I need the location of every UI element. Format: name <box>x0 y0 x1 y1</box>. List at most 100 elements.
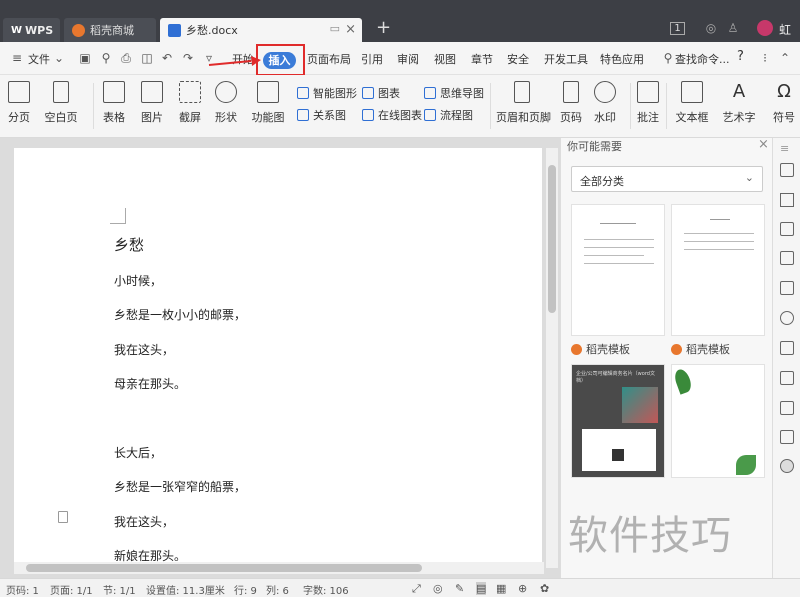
document-line[interactable]: 长大后， <box>114 444 162 461</box>
format-painter-icon[interactable]: ⚲ <box>99 51 113 65</box>
menu-special-apps[interactable]: 特色应用 <box>600 51 644 67</box>
close-tab-icon[interactable]: × <box>345 22 356 37</box>
picture-button[interactable]: 图片 <box>138 81 166 125</box>
tab-wps[interactable]: W WPS <box>3 18 60 42</box>
document-line[interactable]: 小时候， <box>114 272 162 289</box>
cursor-icon[interactable] <box>780 193 794 207</box>
sidebar-menu-icon[interactable]: ≡ <box>780 142 789 155</box>
web-view-icon[interactable]: ⊕ <box>518 582 527 595</box>
document-title[interactable]: 乡愁 <box>114 234 144 255</box>
vertical-scroll-thumb[interactable] <box>548 165 556 313</box>
smart-graphic-button[interactable]: 智能图形 <box>297 85 357 101</box>
shapes-icon[interactable] <box>780 222 794 236</box>
collapse-ribbon-icon[interactable]: ⌃ <box>778 51 792 65</box>
format-icon[interactable] <box>780 281 794 295</box>
template-thumbnail-business-card[interactable]: 企业/公司可编辑商务名片（word文档） <box>571 364 665 478</box>
share-icon[interactable] <box>780 341 794 355</box>
reading-mode-icon[interactable]: ◎ <box>433 582 443 595</box>
outline-view-icon[interactable]: ▦ <box>496 582 506 595</box>
menu-review[interactable]: 审阅 <box>397 51 419 67</box>
image-icon[interactable] <box>780 430 794 444</box>
function-chart-button[interactable]: 功能图 <box>250 81 286 125</box>
page-view-icon[interactable]: ▤ <box>476 582 487 595</box>
header-footer-button[interactable]: 页眉和页脚 <box>496 81 551 125</box>
menu-page-layout[interactable]: 页面布局 <box>307 51 351 67</box>
comment-button[interactable]: 批注 <box>636 81 660 125</box>
help-icon[interactable]: ? <box>737 49 744 64</box>
template-thumbnail-leaves[interactable] <box>671 364 765 478</box>
fit-page-icon[interactable]: ⤢ <box>412 582 421 596</box>
hamburger-icon[interactable]: ≡ <box>10 51 24 65</box>
textbox-button[interactable]: 文本框 <box>673 81 711 125</box>
avatar[interactable] <box>757 20 773 36</box>
menu-developer-tools[interactable]: 开发工具 <box>544 51 588 67</box>
status-section[interactable]: 节: 1/1 <box>103 582 136 597</box>
adjust-icon[interactable] <box>780 251 794 265</box>
document-line[interactable]: 乡愁是一枚小小的邮票， <box>114 306 246 323</box>
art-text-button[interactable]: A 艺术字 <box>720 81 758 125</box>
menu-chapter[interactable]: 章节 <box>471 51 493 67</box>
star-icon[interactable] <box>780 311 794 325</box>
close-icon[interactable]: × <box>758 137 769 152</box>
tab-daoke-store[interactable]: 稻壳商城 <box>64 18 156 42</box>
save-icon[interactable]: ▣ <box>78 51 92 65</box>
search-icon[interactable]: ⚲ <box>661 51 675 65</box>
menu-view[interactable]: 视图 <box>434 51 456 67</box>
tab-document[interactable]: 乡愁.docx ▭ × <box>160 18 362 42</box>
status-col[interactable]: 列: 6 <box>266 582 289 597</box>
document-line[interactable]: 乡愁是一张窄窄的船票， <box>114 478 246 495</box>
table-button[interactable]: 表格 <box>100 81 128 125</box>
undo-icon[interactable]: ↶ <box>160 51 174 65</box>
relation-chart-button[interactable]: 关系图 <box>297 107 346 123</box>
document-line[interactable]: 我在这头， <box>114 341 174 358</box>
chevron-down-icon[interactable]: ⌄ <box>52 51 66 65</box>
symbol-button[interactable]: Ω 符号 <box>770 81 798 125</box>
flowchart-button[interactable]: 流程图 <box>424 107 473 123</box>
menu-file[interactable]: 文件 <box>28 51 50 67</box>
watermark-button[interactable]: 水印 <box>591 81 619 125</box>
translate-icon[interactable] <box>780 371 794 385</box>
document-line[interactable]: 母亲在那头。 <box>114 375 186 392</box>
shirt-icon[interactable]: ♙ <box>726 21 740 35</box>
panel-header[interactable]: 你可能需要 <box>567 138 622 154</box>
template-thumbnail[interactable] <box>671 204 765 336</box>
template-thumbnail[interactable] <box>571 204 665 336</box>
pen-icon[interactable]: ✎ <box>455 582 464 595</box>
category-select[interactable]: 全部分类 ⌄ <box>571 166 763 192</box>
print-icon[interactable]: ⎙ <box>119 51 133 65</box>
blank-page-button[interactable]: 空白页 <box>44 81 78 125</box>
page-break-button[interactable]: 分页 <box>7 81 31 125</box>
document-line[interactable]: 我在这头， <box>114 513 174 530</box>
status-row[interactable]: 行: 9 <box>234 582 257 597</box>
user-name[interactable]: 虹 <box>779 21 791 38</box>
menu-references[interactable]: 引用 <box>361 51 383 67</box>
crop-icon[interactable] <box>780 401 794 415</box>
paragraph-icon[interactable] <box>58 511 68 523</box>
status-word-count[interactable]: 字数: 106 <box>303 582 349 597</box>
template-label[interactable]: 稻壳模板 <box>671 341 730 357</box>
chart-button[interactable]: 图表 <box>362 85 400 101</box>
new-tab-button[interactable]: + <box>376 17 391 38</box>
mind-map-button[interactable]: 思维导图 <box>424 85 484 101</box>
online-chart-button[interactable]: 在线图表 <box>362 107 422 123</box>
status-page-code[interactable]: 页码: 1 <box>6 582 39 597</box>
skin-icon[interactable]: ◎ <box>704 21 718 35</box>
daoke-side-icon[interactable] <box>780 459 794 473</box>
search-command[interactable]: 查找命令... <box>675 51 730 67</box>
template-label[interactable]: 稻壳模板 <box>571 341 630 357</box>
edit-icon[interactable] <box>780 163 794 177</box>
eye-protection-icon[interactable]: ✿ <box>540 582 549 595</box>
menu-security[interactable]: 安全 <box>507 51 529 67</box>
screenshot-button[interactable]: 截屏 <box>176 81 204 125</box>
shape-button[interactable]: 形状 <box>212 81 240 125</box>
print-preview-icon[interactable]: ◫ <box>140 51 154 65</box>
page-number-button[interactable]: 页码 <box>557 81 585 125</box>
tab-count-badge[interactable]: 1 <box>670 22 685 35</box>
redo-icon[interactable]: ↷ <box>181 51 195 65</box>
status-setting[interactable]: 设置值: 11.3厘米 <box>146 582 225 597</box>
settings-icon[interactable]: ⁝ <box>758 51 772 65</box>
document-page[interactable]: 乡愁 小时候， 乡愁是一枚小小的邮票， 我在这头， 母亲在那头。 长大后， 乡愁… <box>14 148 542 568</box>
horizontal-scroll-thumb[interactable] <box>26 564 422 572</box>
status-pages[interactable]: 页面: 1/1 <box>50 582 93 597</box>
monitor-icon[interactable]: ▭ <box>330 22 340 35</box>
